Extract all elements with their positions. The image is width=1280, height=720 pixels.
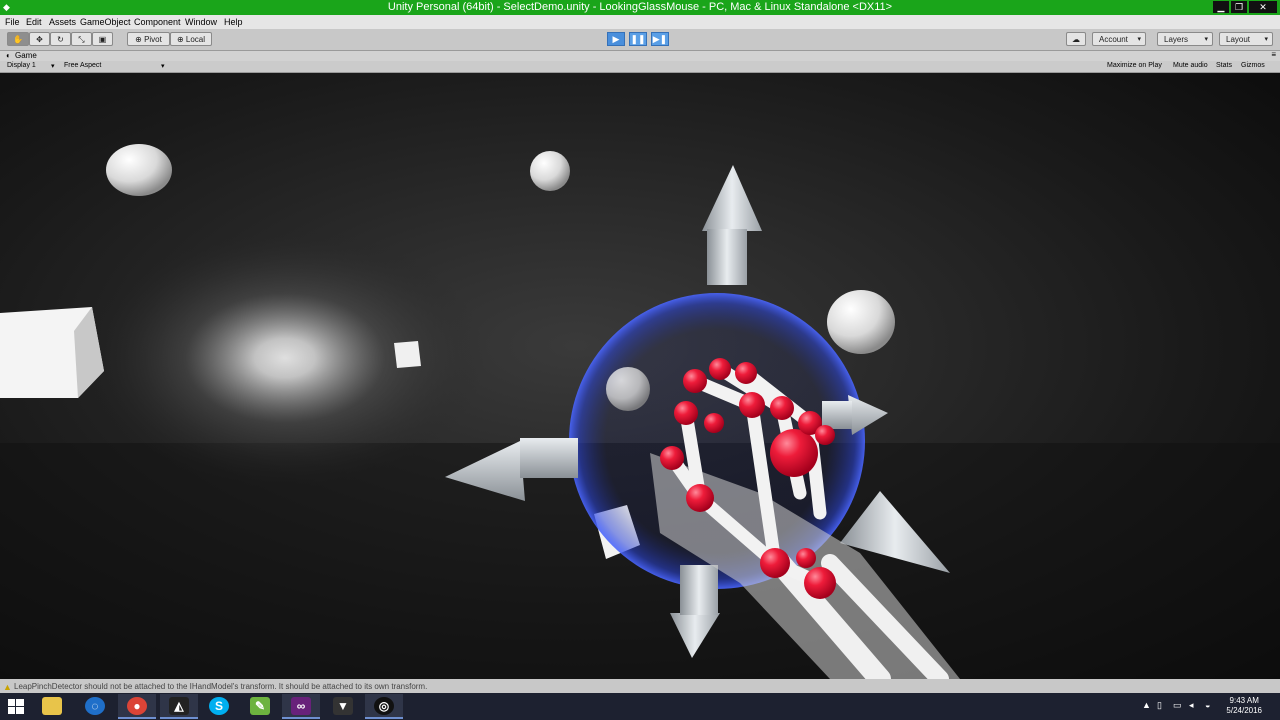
warning-icon: ▲ [3, 682, 12, 692]
visual-studio-icon: ∞ [291, 697, 311, 715]
notepad-icon: ✎ [250, 697, 270, 715]
close-icon[interactable]: ✕ [1249, 1, 1277, 13]
file-explorer-task[interactable] [33, 694, 71, 719]
menu-assets[interactable]: Assets [49, 17, 76, 27]
maximize-on-play-toggle[interactable]: Maximize on Play [1107, 62, 1162, 69]
menu-help[interactable]: Help [224, 17, 243, 27]
menu-gameobject[interactable]: GameObject [80, 17, 131, 27]
aspect-dropdown-icon: ▾ [161, 63, 165, 70]
obs-task[interactable]: ◎ [365, 694, 403, 719]
game-tab[interactable]: Game [15, 51, 37, 60]
menu-file[interactable]: File [5, 17, 20, 27]
layers-dropdown[interactable]: Layers [1157, 32, 1213, 46]
mute-audio-toggle[interactable]: Mute audio [1173, 62, 1208, 69]
rect-tool-icon[interactable]: ▣ [92, 32, 113, 46]
rotate-tool-icon[interactable]: ↻ [50, 32, 71, 46]
unity-icon: ◭ [169, 697, 189, 715]
account-dropdown[interactable]: Account [1092, 32, 1146, 46]
restore-icon[interactable]: ❐ [1231, 1, 1247, 13]
tray-expand-icon[interactable]: ▲ [1142, 700, 1151, 710]
game-tab-header: ◐ Game ≡ [0, 50, 1280, 61]
tab-menu-icon[interactable]: ≡ [1271, 50, 1276, 59]
console-status-bar[interactable]: ▲ LeapPinchDetector should not be attach… [0, 679, 1280, 693]
windows-taskbar: ◌ ● ◭ S ✎ ∞ ▼ ◎ ▲ ▯ ▭ ◂ ◒ 9:43 AM 5/24/2… [0, 693, 1280, 720]
stats-toggle[interactable]: Stats [1216, 62, 1232, 69]
display-icon[interactable]: ▭ [1173, 700, 1182, 711]
game-view-icon: ◐ [6, 51, 11, 60]
clock-date: 5/24/2016 [1226, 706, 1262, 715]
taskbar-clock[interactable]: 9:43 AM 5/24/2016 [1226, 696, 1262, 716]
chrome-icon: ● [127, 697, 147, 715]
network-icon[interactable]: ◒ [1205, 700, 1210, 710]
aspect-dropdown[interactable]: Free Aspect [64, 62, 101, 69]
window-title: Unity Personal (64bit) - SelectDemo.unit… [387, 1, 893, 13]
hand-tool-icon[interactable]: ✋ [7, 32, 29, 46]
action-center-icon[interactable]: ▯ [1157, 700, 1162, 711]
local-label: Local [185, 35, 206, 44]
notepad-task[interactable]: ✎ [241, 694, 279, 719]
toolbar: ✋ ✥ ↻ ⤡ ▣ ⊕ Pivot ⊕ Local ▶ ❚❚ ▶❚ ☁ Acco… [0, 29, 1280, 51]
pivot-toggle[interactable]: ⊕ Pivot [127, 32, 170, 46]
menu-bar: File Edit Assets GameObject Component Wi… [0, 15, 1280, 29]
folder-icon [42, 697, 62, 715]
chrome-task[interactable]: ● [118, 694, 156, 719]
menu-window[interactable]: Window [185, 17, 217, 27]
ie-task[interactable]: ◌ [76, 694, 114, 719]
skype-icon: S [209, 697, 229, 715]
globe-icon: ◌ [85, 697, 105, 715]
minimize-icon[interactable]: ▁ [1213, 1, 1229, 13]
gizmos-dropdown[interactable]: Gizmos [1241, 62, 1265, 69]
cloud-icon[interactable]: ☁ [1066, 32, 1086, 46]
scene-render [0, 73, 1280, 679]
pause-button[interactable]: ❚❚ [629, 32, 647, 46]
scale-tool-icon[interactable]: ⤡ [71, 32, 92, 46]
move-tool-icon[interactable]: ✥ [29, 32, 50, 46]
windows-start-icon[interactable] [8, 699, 24, 714]
visual-studio-task[interactable]: ∞ [282, 694, 320, 719]
volume-icon[interactable]: ◂ [1189, 700, 1194, 711]
play-button[interactable]: ▶ [607, 32, 625, 46]
game-view-bar: Display 1 ▾ Free Aspect ▾ Maximize on Pl… [0, 61, 1280, 73]
pivot-label: Pivot [144, 35, 162, 44]
display-dropdown-icon: ▾ [51, 63, 55, 70]
clock-time: 9:43 AM [1229, 696, 1259, 705]
game-viewport[interactable] [0, 73, 1280, 679]
title-bar: ◆ Unity Personal (64bit) - SelectDemo.un… [0, 0, 1280, 15]
obs-icon: ◎ [374, 697, 394, 715]
display-dropdown[interactable]: Display 1 [7, 62, 36, 69]
console-message: LeapPinchDetector should not be attached… [14, 682, 428, 691]
leap-app-task[interactable]: ▼ [324, 694, 362, 719]
fox-icon: ▼ [333, 697, 353, 715]
step-button[interactable]: ▶❚ [651, 32, 669, 46]
unity-task[interactable]: ◭ [160, 694, 198, 719]
menu-component[interactable]: Component [134, 17, 181, 27]
layout-dropdown[interactable]: Layout [1219, 32, 1273, 46]
skype-task[interactable]: S [200, 694, 238, 719]
local-toggle[interactable]: ⊕ Local [170, 32, 212, 46]
menu-edit[interactable]: Edit [26, 17, 42, 27]
